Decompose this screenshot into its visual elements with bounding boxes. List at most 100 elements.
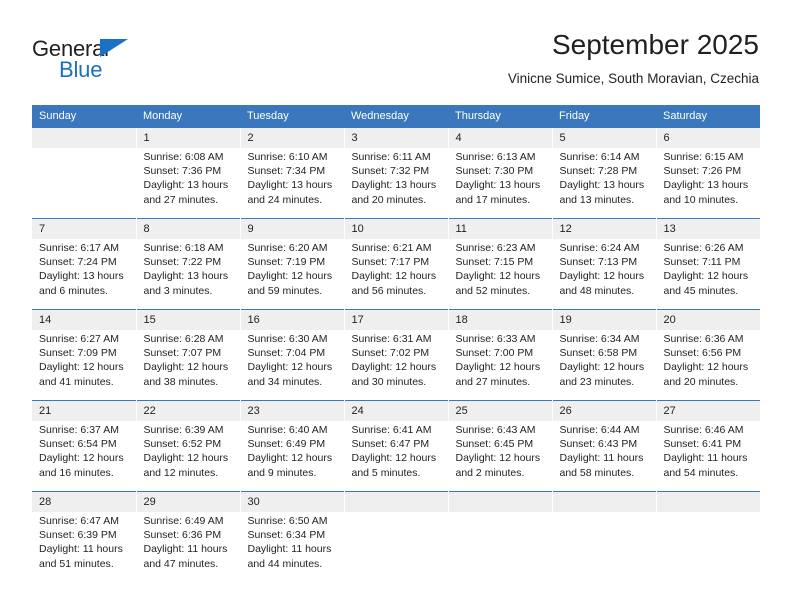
day-detail-line: Sunset: 7:13 PM: [559, 256, 638, 269]
day-cell-28[interactable]: Sunrise: 6:47 AM Sunset: 6:39 PM Daylight:…: [32, 512, 136, 582]
day-cell-3[interactable]: Sunrise: 6:11 AM Sunset: 7:32 PM Daylight:…: [343, 148, 448, 219]
day-cell-10[interactable]: Sunrise: 6:21 AM Sunset: 7:17 PM Daylight:…: [343, 239, 448, 310]
day-number-22[interactable]: 22: [135, 400, 240, 421]
day-number-16[interactable]: 16: [239, 309, 344, 330]
day-detail-line: Sunrise: 6:43 AM: [455, 424, 536, 436]
day-detail-line: Sunset: 6:47 PM: [351, 438, 430, 451]
day-detail-line: Daylight: 13 hours: [143, 270, 229, 283]
day-number-21[interactable]: 21: [32, 400, 136, 421]
day-number-20[interactable]: 20: [655, 309, 760, 330]
calendar-week: 21 22 23 24 25 26 27 Sunrise: 6:37 AM Sunset: 6:…: [32, 400, 760, 492]
day-detail-line: Sunrise: 6:13 AM: [455, 151, 536, 163]
day-number-9[interactable]: 9: [239, 218, 344, 239]
day-number-15[interactable]: 15: [135, 309, 240, 330]
day-number-29[interactable]: 29: [135, 491, 240, 512]
day-detail-line: Daylight: 12 hours: [143, 361, 229, 374]
day-number-10[interactable]: 10: [343, 218, 448, 239]
day-cell-16[interactable]: Sunrise: 6:30 AM Sunset: 7:04 PM Daylight:…: [239, 330, 344, 401]
day-number-23[interactable]: 23: [239, 400, 344, 421]
day-cell-2[interactable]: Sunrise: 6:10 AM Sunset: 7:34 PM Daylight:…: [239, 148, 344, 219]
day-detail-line: and 47 minutes.: [143, 557, 219, 570]
day-cell-7[interactable]: Sunrise: 6:17 AM Sunset: 7:24 PM Daylight:…: [32, 239, 136, 310]
day-number-30[interactable]: 30: [239, 491, 344, 512]
day-cell-1[interactable]: Sunrise: 6:08 AM Sunset: 7:36 PM Daylight:…: [135, 148, 240, 219]
day-number-14[interactable]: 14: [32, 309, 136, 330]
day-number-row: 123456: [32, 128, 760, 148]
day-number-row: 14 15 16 17 18 19 20: [32, 309, 760, 330]
day-detail-line: Sunrise: 6:24 AM: [559, 242, 640, 254]
day-number-27[interactable]: 27: [655, 400, 760, 421]
day-detail-line: Sunrise: 6:23 AM: [455, 242, 536, 254]
day-cell-24[interactable]: Sunrise: 6:41 AM Sunset: 6:47 PM Daylight:…: [343, 421, 448, 492]
day-number-24[interactable]: 24: [343, 400, 448, 421]
day-cell-8[interactable]: Sunrise: 6:18 AM Sunset: 7:22 PM Daylight:…: [135, 239, 240, 310]
day-number-4[interactable]: 4: [447, 128, 552, 148]
day-detail-line: Daylight: 13 hours: [663, 179, 749, 192]
day-cell-13[interactable]: Sunrise: 6:26 AM Sunset: 7:11 PM Daylight:…: [655, 239, 760, 310]
day-cell-25[interactable]: Sunrise: 6:43 AM Sunset: 6:45 PM Daylight:…: [447, 421, 552, 492]
day-number-13[interactable]: 13: [655, 218, 760, 239]
day-cell-20[interactable]: Sunrise: 6:36 AM Sunset: 6:56 PM Daylight:…: [655, 330, 760, 401]
day-detail-row: Sunrise: 6:47 AM Sunset: 6:39 PM Daylight:…: [32, 512, 760, 582]
day-number-19[interactable]: 19: [551, 309, 656, 330]
day-cell-17[interactable]: Sunrise: 6:31 AM Sunset: 7:02 PM Daylight:…: [343, 330, 448, 401]
day-detail-line: Daylight: 12 hours: [247, 270, 333, 283]
calendar-week: 7 8 9 10 11 12 13 Sunrise: 6:17 AM Sunset: 7:24 …: [32, 218, 760, 310]
day-detail-line: and 2 minutes.: [455, 466, 525, 479]
day-detail-line: and 30 minutes.: [351, 375, 427, 388]
day-cell-empty: [343, 512, 448, 582]
day-cell-15[interactable]: Sunrise: 6:28 AM Sunset: 7:07 PM Daylight:…: [135, 330, 240, 401]
day-cell-30[interactable]: Sunrise: 6:50 AM Sunset: 6:34 PM Daylight:…: [239, 512, 344, 582]
day-number-28[interactable]: 28: [32, 491, 136, 512]
day-cell-21[interactable]: Sunrise: 6:37 AM Sunset: 6:54 PM Daylight:…: [32, 421, 136, 492]
day-cell-11[interactable]: Sunrise: 6:23 AM Sunset: 7:15 PM Daylight:…: [447, 239, 552, 310]
day-number-1[interactable]: 1: [135, 128, 240, 148]
day-cell-9[interactable]: Sunrise: 6:20 AM Sunset: 7:19 PM Daylight:…: [239, 239, 344, 310]
day-number-18[interactable]: 18: [447, 309, 552, 330]
day-cell-18[interactable]: Sunrise: 6:33 AM Sunset: 7:00 PM Daylight:…: [447, 330, 552, 401]
day-cell-14[interactable]: Sunrise: 6:27 AM Sunset: 7:09 PM Daylight:…: [32, 330, 136, 401]
day-detail-line: Sunset: 6:41 PM: [663, 438, 742, 451]
day-detail-row: Sunrise: 6:37 AM Sunset: 6:54 PM Daylight:…: [32, 421, 760, 492]
day-number-empty: [32, 128, 136, 148]
day-number-12[interactable]: 12: [551, 218, 656, 239]
calendar-week: 14 15 16 17 18 19 20 Sunrise: 6:27 AM Sunset: 7:…: [32, 309, 760, 401]
day-cell-empty: [655, 512, 760, 582]
day-detail-row: Sunrise: 6:17 AM Sunset: 7:24 PM Daylight:…: [32, 239, 760, 310]
day-detail-line: and 58 minutes.: [559, 466, 635, 479]
day-detail-line: Daylight: 12 hours: [663, 270, 749, 283]
day-cell-29[interactable]: Sunrise: 6:49 AM Sunset: 6:36 PM Daylight:…: [135, 512, 240, 582]
day-cell-6[interactable]: Sunrise: 6:15 AM Sunset: 7:26 PM Daylight:…: [655, 148, 760, 219]
day-detail-line: Sunrise: 6:14 AM: [559, 151, 640, 163]
day-number-11[interactable]: 11: [447, 218, 552, 239]
day-detail-line: Daylight: 13 hours: [143, 179, 229, 192]
day-number-7[interactable]: 7: [32, 218, 136, 239]
day-cell-19[interactable]: Sunrise: 6:34 AM Sunset: 6:58 PM Daylight:…: [551, 330, 656, 401]
day-number-5[interactable]: 5: [551, 128, 656, 148]
day-cell-23[interactable]: Sunrise: 6:40 AM Sunset: 6:49 PM Daylight:…: [239, 421, 344, 492]
day-cell-4[interactable]: Sunrise: 6:13 AM Sunset: 7:30 PM Daylight:…: [447, 148, 552, 219]
day-number-6[interactable]: 6: [655, 128, 760, 148]
triangle-icon: [100, 39, 128, 57]
calendar-week: 28 29 30 Sunrise: 6:47 AM Sunset: 6:39 PM Day…: [32, 491, 760, 582]
day-cell-12[interactable]: Sunrise: 6:24 AM Sunset: 7:13 PM Daylight:…: [551, 239, 656, 310]
day-number-3[interactable]: 3: [343, 128, 448, 148]
day-detail-line: Sunset: 7:22 PM: [143, 256, 222, 269]
day-cell-22[interactable]: Sunrise: 6:39 AM Sunset: 6:52 PM Daylight:…: [135, 421, 240, 492]
day-detail-line: Sunset: 6:34 PM: [247, 529, 326, 542]
day-detail-line: and 5 minutes.: [351, 466, 421, 479]
day-cell-empty: [447, 512, 552, 582]
day-cell-26[interactable]: Sunrise: 6:44 AM Sunset: 6:43 PM Daylight:…: [551, 421, 656, 492]
day-number-2[interactable]: 2: [239, 128, 344, 148]
day-number-8[interactable]: 8: [135, 218, 240, 239]
day-detail-line: Sunrise: 6:18 AM: [143, 242, 224, 254]
day-cell-27[interactable]: Sunrise: 6:46 AM Sunset: 6:41 PM Daylight:…: [655, 421, 760, 492]
day-number-26[interactable]: 26: [551, 400, 656, 421]
day-detail-line: and 10 minutes.: [663, 193, 739, 206]
day-cell-5[interactable]: Sunrise: 6:14 AM Sunset: 7:28 PM Daylight:…: [551, 148, 656, 219]
day-detail-line: Sunset: 6:39 PM: [39, 529, 117, 542]
day-detail-line: Sunset: 6:58 PM: [559, 347, 638, 360]
day-number-25[interactable]: 25: [447, 400, 552, 421]
day-number-17[interactable]: 17: [343, 309, 448, 330]
day-detail-line: and 54 minutes.: [663, 466, 739, 479]
